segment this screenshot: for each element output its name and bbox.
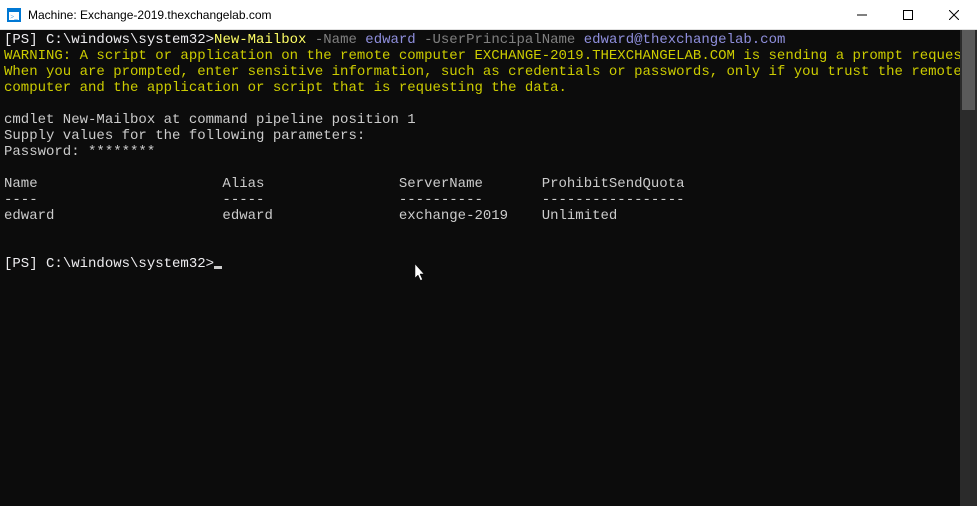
param-userprincipalname: -UserPrincipalName [416,32,576,48]
supply-params: Supply values for the following paramete… [4,128,365,144]
warning-text: When you are prompted, enter sensitive i… [4,64,960,80]
table-separator: ---- ----- ---------- ----------------- [4,192,685,208]
window-controls [839,0,977,29]
powershell-console[interactable]: [PS] C:\windows\system32>New-Mailbox -Na… [0,30,960,506]
svg-text:>_: >_ [10,13,18,21]
table-header: Name Alias ServerName ProhibitSendQuota [4,176,685,192]
param-value-upn: edward@thexchangelab.com [575,32,785,48]
window-titlebar: >_ Machine: Exchange-2019.thexchangelab.… [0,0,977,30]
param-value: edward [357,32,416,48]
scrollbar-thumb[interactable] [962,30,975,110]
warning-text: WARNING: A script or application on the … [4,48,960,64]
prompt-path: C:\windows\system32> [38,32,214,48]
text-cursor [214,266,222,269]
vertical-scrollbar[interactable] [960,30,977,506]
maximize-button[interactable] [885,0,931,29]
table-row: edward edward exchange-2019 Unlimited [4,208,617,224]
cmdlet-name: New-Mailbox [214,32,306,48]
prompt-bracket: [PS] [4,256,38,272]
mouse-cursor-icon [398,248,427,287]
close-button[interactable] [931,0,977,29]
app-icon: >_ [6,7,22,23]
minimize-button[interactable] [839,0,885,29]
window-title: Machine: Exchange-2019.thexchangelab.com [28,8,839,22]
prompt-path: C:\windows\system32> [38,256,214,272]
prompt-bracket: [PS] [4,32,38,48]
param-name: -Name [306,32,356,48]
console-wrapper: [PS] C:\windows\system32>New-Mailbox -Na… [0,30,977,506]
cmdlet-position: cmdlet New-Mailbox at command pipeline p… [4,112,416,128]
warning-text: computer and the application or script t… [4,80,567,96]
password-prompt: Password: ******** [4,144,155,160]
